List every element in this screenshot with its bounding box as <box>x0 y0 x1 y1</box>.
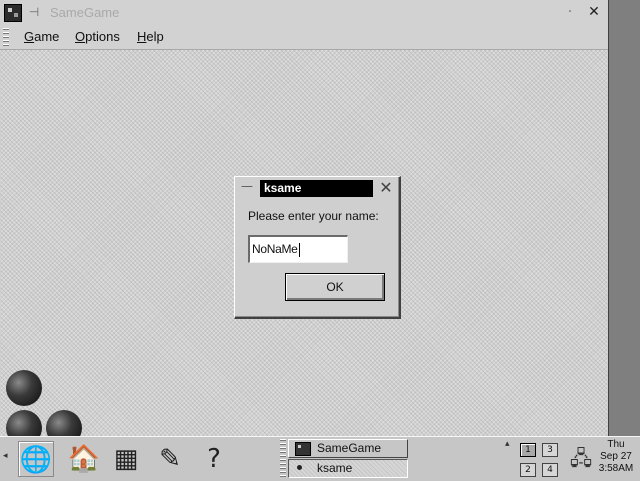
dialog-prompt-label: Please enter your name: <box>248 209 379 223</box>
desktop-3[interactable]: 3 <box>542 443 558 457</box>
help-icon[interactable]: ? <box>196 441 232 477</box>
kde-panel: ◂ 🌐 🏠 ▦ ✎ ? SameGame ksame ▴ 1 2 3 4 🖧 T… <box>0 436 640 481</box>
network-icon[interactable]: 🖧 <box>568 443 594 473</box>
clock-time: 3:58AM <box>598 463 634 474</box>
menu-help[interactable]: Help <box>137 29 164 44</box>
desktop-4[interactable]: 4 <box>542 463 558 477</box>
name-entry-dialog: — ksame ✕ Please enter your name: NoNaMe… <box>234 176 401 319</box>
desktop-pager: 1 2 3 4 <box>514 439 564 479</box>
pin-icon[interactable]: ⊣ <box>26 4 42 20</box>
text-caret <box>298 242 300 257</box>
game-ball[interactable] <box>6 370 42 406</box>
editor-pen-icon[interactable]: ✎ <box>152 441 188 477</box>
ksame-task-icon <box>297 465 302 470</box>
window-titlebar[interactable]: ⊣ SameGame · ✕ <box>0 0 608 26</box>
taskbar-handle[interactable] <box>280 439 286 479</box>
task-ksame[interactable]: ksame <box>288 459 408 478</box>
dialog-close-icon[interactable]: ✕ <box>377 179 395 197</box>
prompt-text: Please enter your name: <box>248 209 379 223</box>
close-icon[interactable]: ✕ <box>586 4 602 20</box>
clock[interactable]: Thu Sep 27 3:58AM <box>595 439 637 479</box>
globe-icon[interactable]: 🌐 <box>18 441 54 477</box>
samegame-window: ⊣ SameGame · ✕ Game Options Help — ksame… <box>0 0 609 446</box>
task-samegame[interactable]: SameGame <box>288 439 408 458</box>
window-title: SameGame <box>50 5 120 20</box>
samegame-task-icon <box>295 442 311 456</box>
menubar-handle[interactable] <box>3 28 9 46</box>
dialog-menu-icon[interactable]: — <box>241 180 253 193</box>
task-ksame-label: ksame <box>317 461 353 475</box>
minimize-button[interactable]: · <box>562 4 578 20</box>
dialog-title[interactable]: ksame <box>260 180 373 197</box>
home-folder-icon[interactable]: 🏠 <box>66 441 102 477</box>
menu-game[interactable]: Game <box>24 29 59 44</box>
task-samegame-label: SameGame <box>317 441 382 455</box>
desktop-2[interactable]: 2 <box>520 463 536 477</box>
menubar: Game Options Help <box>0 25 608 50</box>
player-name-value: NoNaMe <box>252 242 298 256</box>
terminal-icon[interactable]: ▦ <box>108 441 144 477</box>
menu-options[interactable]: Options <box>75 29 120 44</box>
ok-button[interactable]: OK <box>285 273 385 301</box>
player-name-input[interactable]: NoNaMe <box>248 235 348 263</box>
pager-arrow-icon[interactable]: ▴ <box>505 439 510 449</box>
clock-date: Sep 27 <box>600 451 632 462</box>
clock-day: Thu <box>607 439 625 450</box>
desktop-1[interactable]: 1 <box>520 443 536 457</box>
samegame-app-icon[interactable] <box>4 4 22 22</box>
panel-hide-arrow[interactable]: ◂ <box>3 451 8 461</box>
